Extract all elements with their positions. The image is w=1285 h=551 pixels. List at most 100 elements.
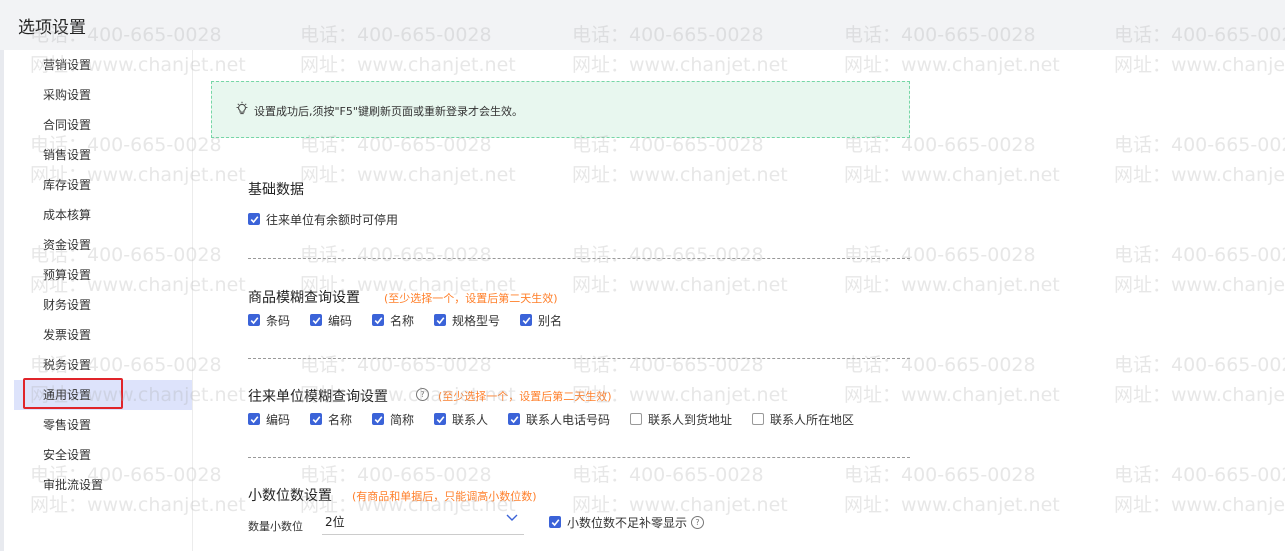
watermark-phone: 电话：400-665-0028 [1114,354,1285,376]
sidebar-item-invoice[interactable]: 发票设置 [14,320,192,350]
checkbox-label: 往来单位有余额时可停用 [266,212,399,227]
sidebar-item-general[interactable]: 通用设置 [14,380,192,410]
lightbulb-icon [236,101,248,115]
checkbox-partner-region[interactable]: 联系人所在地区 [752,411,854,427]
quantity-decimal-label: 数量小数位 [248,520,303,533]
checkbox-icon[interactable] [630,413,642,425]
watermark-website: 网址：www.chanjet.net [572,164,788,186]
notice-text: 设置成功后,须按"F5"键刷新页面或重新登录才会生效。 [254,105,523,118]
watermark-phone: 电话：400-665-0028 [300,464,492,486]
checkbox-product-code[interactable]: 编码 [310,312,352,328]
window-title: 选项设置 [18,18,86,38]
watermark-phone: 电话：400-665-0028 [844,464,1036,486]
sidebar: 营销设置 采购设置 合同设置 销售设置 库存设置 成本核算 资金设置 预算设置 … [4,50,193,551]
checkbox-label: 小数位数不足补零显示 [567,515,688,530]
watermark-website: 网址：www.chanjet.net [844,274,1060,296]
checkbox-icon[interactable] [248,413,260,425]
checkbox-label: 联系人电话号码 [526,412,611,427]
checkbox-label: 别名 [538,313,563,328]
sidebar-item-inventory[interactable]: 库存设置 [14,170,192,200]
section-title-product-search: 商品模糊查询设置 [248,290,360,306]
checkbox-partner-code[interactable]: 编码 [248,411,290,427]
section-divider [248,457,910,458]
checkbox-icon[interactable] [549,516,561,528]
sidebar-item-contract[interactable]: 合同设置 [14,110,192,140]
checkbox-pad-zero-decimals[interactable]: 小数位数不足补零显示 [549,514,687,530]
checkbox-partner-delivery-address[interactable]: 联系人到货地址 [630,411,732,427]
sidebar-item-tax[interactable]: 税务设置 [14,350,192,380]
section-title-partner-search: 往来单位模糊查询设置 [248,389,388,405]
checkbox-label: 联系人到货地址 [648,412,733,427]
checkbox-icon[interactable] [310,314,322,326]
sidebar-item-costing[interactable]: 成本核算 [14,200,192,230]
notice-banner: 设置成功后,须按"F5"键刷新页面或重新登录才会生效。 [211,81,910,138]
checkbox-icon[interactable] [248,314,260,326]
help-icon[interactable]: ? [416,388,429,401]
sidebar-item-funds[interactable]: 资金设置 [14,230,192,260]
watermark-website: 网址：www.chanjet.net [844,494,1060,516]
sidebar-item-finance[interactable]: 财务设置 [14,290,192,320]
quantity-decimal-select[interactable]: 2位 [322,509,524,535]
checkbox-label: 简称 [390,412,415,427]
checkbox-partner-contact-phone[interactable]: 联系人电话号码 [508,411,610,427]
section-hint-decimal: (有商品和单据后，只能调高小数位数) [352,490,537,503]
section-divider [248,358,910,359]
sidebar-item-security[interactable]: 安全设置 [14,440,192,470]
watermark-website: 网址：www.chanjet.net [1114,384,1285,406]
checkbox-product-spec[interactable]: 规格型号 [434,312,500,328]
section-hint-product-search: (至少选择一个，设置后第二天生效) [384,292,558,305]
sidebar-item-purchase[interactable]: 采购设置 [14,80,192,110]
watermark-phone: 电话：400-665-0028 [1114,464,1285,486]
watermark-website: 网址：www.chanjet.net [844,384,1060,406]
sidebar-item-marketing[interactable]: 营销设置 [14,50,192,80]
checkbox-product-alias[interactable]: 别名 [520,312,562,328]
watermark-phone: 电话：400-665-0028 [572,244,764,266]
chevron-down-icon [506,514,518,521]
checkbox-icon[interactable] [508,413,520,425]
section-title-basic: 基础数据 [248,182,304,198]
checkbox-icon[interactable] [248,213,260,225]
watermark-website: 网址：www.chanjet.net [1114,494,1285,516]
checkbox-partner-name[interactable]: 名称 [310,411,352,427]
checkbox-icon[interactable] [752,413,764,425]
checkbox-label: 联系人所在地区 [770,412,855,427]
section-hint-partner-search: (至少选择一个，设置后第二天生效) [438,390,612,403]
watermark-phone: 电话：400-665-0028 [1114,134,1285,156]
watermark-website: 网址：www.chanjet.net [844,164,1060,186]
watermark-phone: 电话：400-665-0028 [1114,244,1285,266]
checkbox-label: 联系人 [452,412,489,427]
sidebar-item-budget[interactable]: 预算设置 [14,260,192,290]
checkbox-partner-contact[interactable]: 联系人 [434,411,488,427]
checkbox-partner-disable-with-balance[interactable]: 往来单位有余额时可停用 [248,211,398,227]
checkbox-icon[interactable] [434,413,446,425]
checkbox-icon[interactable] [434,314,446,326]
checkbox-label: 名称 [328,412,353,427]
checkbox-product-name[interactable]: 名称 [372,312,414,328]
checkbox-label: 规格型号 [452,313,501,328]
checkbox-product-barcode[interactable]: 条码 [248,312,290,328]
watermark-website: 网址：www.chanjet.net [572,274,788,296]
checkbox-label: 名称 [390,313,415,328]
sidebar-item-sales[interactable]: 销售设置 [14,140,192,170]
checkbox-icon[interactable] [520,314,532,326]
section-title-decimal: 小数位数设置 [248,488,332,504]
checkbox-label: 编码 [328,313,353,328]
checkbox-icon[interactable] [372,413,384,425]
watermark-website: 网址：www.chanjet.net [300,54,516,76]
help-icon[interactable]: ? [691,516,704,529]
watermark-website: 网址：www.chanjet.net [844,54,1060,76]
checkbox-label: 条码 [266,313,291,328]
sidebar-item-retail[interactable]: 零售设置 [14,410,192,440]
section-divider [248,258,910,259]
watermark-phone: 电话：400-665-0028 [572,464,764,486]
sidebar-item-approval-flow[interactable]: 审批流设置 [14,470,192,500]
checkbox-icon[interactable] [310,413,322,425]
checkbox-partner-shortname[interactable]: 简称 [372,411,414,427]
watermark-website: 网址：www.chanjet.net [1114,54,1285,76]
window-titlebar: 选项设置 [0,0,1285,50]
checkbox-icon[interactable] [372,314,384,326]
watermark-website: 网址：www.chanjet.net [572,54,788,76]
watermark-phone: 电话：400-665-0028 [844,244,1036,266]
watermark-phone: 电话：400-665-0028 [844,354,1036,376]
watermark-website: 网址：www.chanjet.net [1114,164,1285,186]
